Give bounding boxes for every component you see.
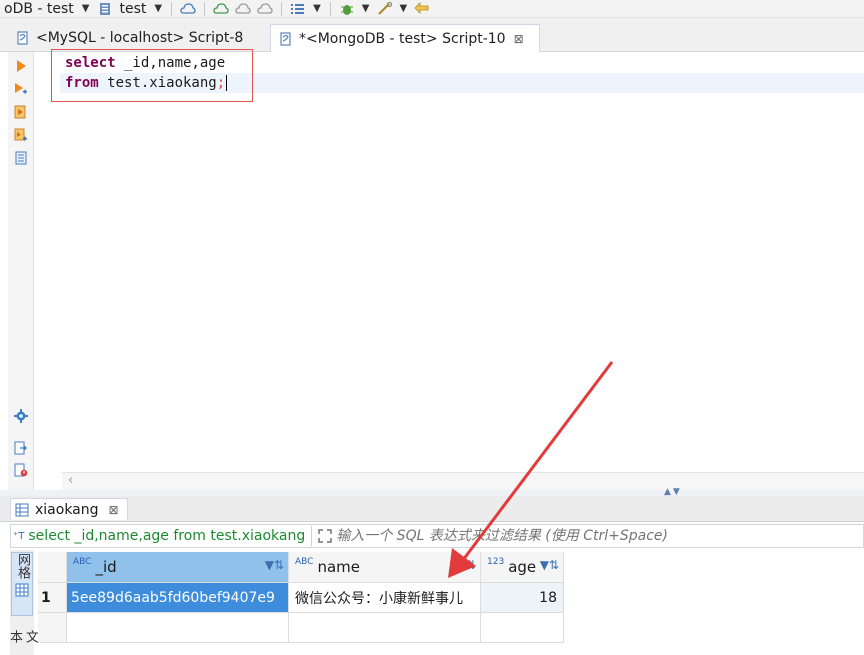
string-type-icon: ABC [73,557,92,567]
editor-action-gutter [8,52,34,492]
column-header-id[interactable]: ABC _id ▼⇅ [67,552,289,583]
schema-selector[interactable]: test ▼ [94,0,167,17]
sql-script-icon [16,30,30,46]
table-row[interactable]: 1 5ee89d6aab5fd60bef9407e9 微信公众号：小康新鲜事儿 … [38,583,564,613]
tab-results-xiaokang[interactable]: xiaokang ⊠ [10,498,128,520]
row-number-header [38,552,67,583]
tab-grid-view[interactable]: 网格 [11,552,33,616]
column-name: _id [95,558,117,576]
toolbar-divider [281,1,283,16]
main-toolbar: oDB - test ▼ test ▼ ▼ ▼ ▼ [0,0,864,18]
cloud-upload-icon[interactable] [235,1,251,17]
results-view-switcher: 网格 文本 [7,550,38,655]
cell-id[interactable]: 5ee89d6aab5fd60bef9407e9 [67,583,289,613]
list-icon[interactable] [290,1,306,17]
chevron-down-icon[interactable]: ▼ [358,3,374,14]
text-tab-label: 文本 [7,630,38,643]
grid-header-row: ABC _id ▼⇅ ABC name ▼⇅ 123 age ▼⇅ [38,552,564,583]
sql-script-icon [279,31,293,47]
results-filter-bar: ⁺T select _id,name,age from test.xiaokan… [10,524,864,548]
tab-text-view[interactable]: 文本 [7,630,38,655]
empty-cell [67,613,289,643]
filter-expression-input[interactable] [332,527,863,545]
string-type-icon: ABC [295,557,314,567]
connection-selector[interactable]: oDB - test ▼ [0,0,94,17]
explain-plan-icon[interactable] [13,150,29,166]
toolbar-divider [204,1,206,16]
export-icon[interactable] [13,440,29,456]
settings-gear-icon[interactable] [13,408,29,424]
connection-label: oDB - test [4,0,74,17]
tab-label: *<MongoDB - test> Script-10 [299,30,506,47]
close-icon[interactable]: ⊠ [514,32,524,46]
column-header-age[interactable]: 123 age ▼⇅ [481,552,564,583]
current-query-text[interactable]: select _id,name,age from test.xiaokang [24,528,305,544]
results-grid: ABC _id ▼⇅ ABC name ▼⇅ 123 age ▼⇅ 1 5ee8… [38,552,864,655]
annotation-highlight-box [51,49,253,102]
table-grid-icon [15,503,29,517]
cloud-download-icon[interactable] [257,1,273,17]
editor-horizontal-scrollbar[interactable]: ‹ [62,472,864,490]
cloud-add-icon[interactable] [213,1,229,17]
close-icon[interactable]: ⊠ [109,503,119,517]
tab-label: <MySQL - localhost> Script-8 [36,30,244,46]
empty-cell [289,613,481,643]
grid-icon [15,583,29,601]
chevron-down-icon[interactable]: ▼ [309,3,325,14]
tab-script-8[interactable]: <MySQL - localhost> Script-8 [8,24,264,52]
chevron-down-icon[interactable]: ▼ [150,3,166,14]
row-number: 1 [38,583,67,613]
debug-bug-icon[interactable] [339,1,355,17]
column-name: age [508,558,537,576]
chevron-down-icon[interactable]: ▼ [396,3,412,14]
chevron-down-icon[interactable]: ▼ [78,3,94,14]
schema-label: test [119,0,147,17]
execute-statement-icon[interactable] [13,58,29,74]
cloud-sync-icon[interactable] [180,1,196,17]
results-tab-label: xiaokang [35,501,99,518]
column-name: name [317,558,361,576]
execute-new-tab-icon[interactable] [13,81,29,97]
row-number [38,613,67,643]
expand-icon[interactable] [318,529,332,543]
sort-filter-icon[interactable]: ▼⇅ [457,558,476,572]
sort-filter-icon[interactable]: ▼⇅ [540,558,559,572]
editor-tabs: <MySQL - localhost> Script-8 *<MongoDB -… [0,18,864,52]
scroll-left-icon[interactable]: ‹ [68,473,73,488]
database-icon [97,1,113,17]
number-type-icon: 123 [487,557,505,567]
toolbar-divider [329,1,331,16]
empty-cell [481,613,564,643]
cell-name[interactable]: 微信公众号：小康新鲜事儿 [289,583,481,613]
toolbar-divider [171,1,173,16]
back-arrow-icon[interactable] [414,1,430,17]
results-tab-bar: xiaokang ⊠ [0,496,864,522]
sort-filter-icon[interactable]: ▼⇅ [265,558,284,572]
sql-query-icon: ⁺T [13,530,25,542]
empty-row [38,613,564,643]
column-header-name[interactable]: ABC name ▼⇅ [289,552,481,583]
sql-editor[interactable] [34,52,864,472]
tools-icon[interactable] [377,1,393,17]
execute-script-icon[interactable] [13,104,29,120]
file-error-icon[interactable] [13,462,29,478]
execute-script-new-tab-icon[interactable] [13,127,29,143]
tab-script-10[interactable]: *<MongoDB - test> Script-10 ⊠ [270,24,540,52]
cell-age[interactable]: 18 [481,583,564,613]
filter-divider [311,526,313,546]
grid-tab-label: 网格 [15,553,30,579]
